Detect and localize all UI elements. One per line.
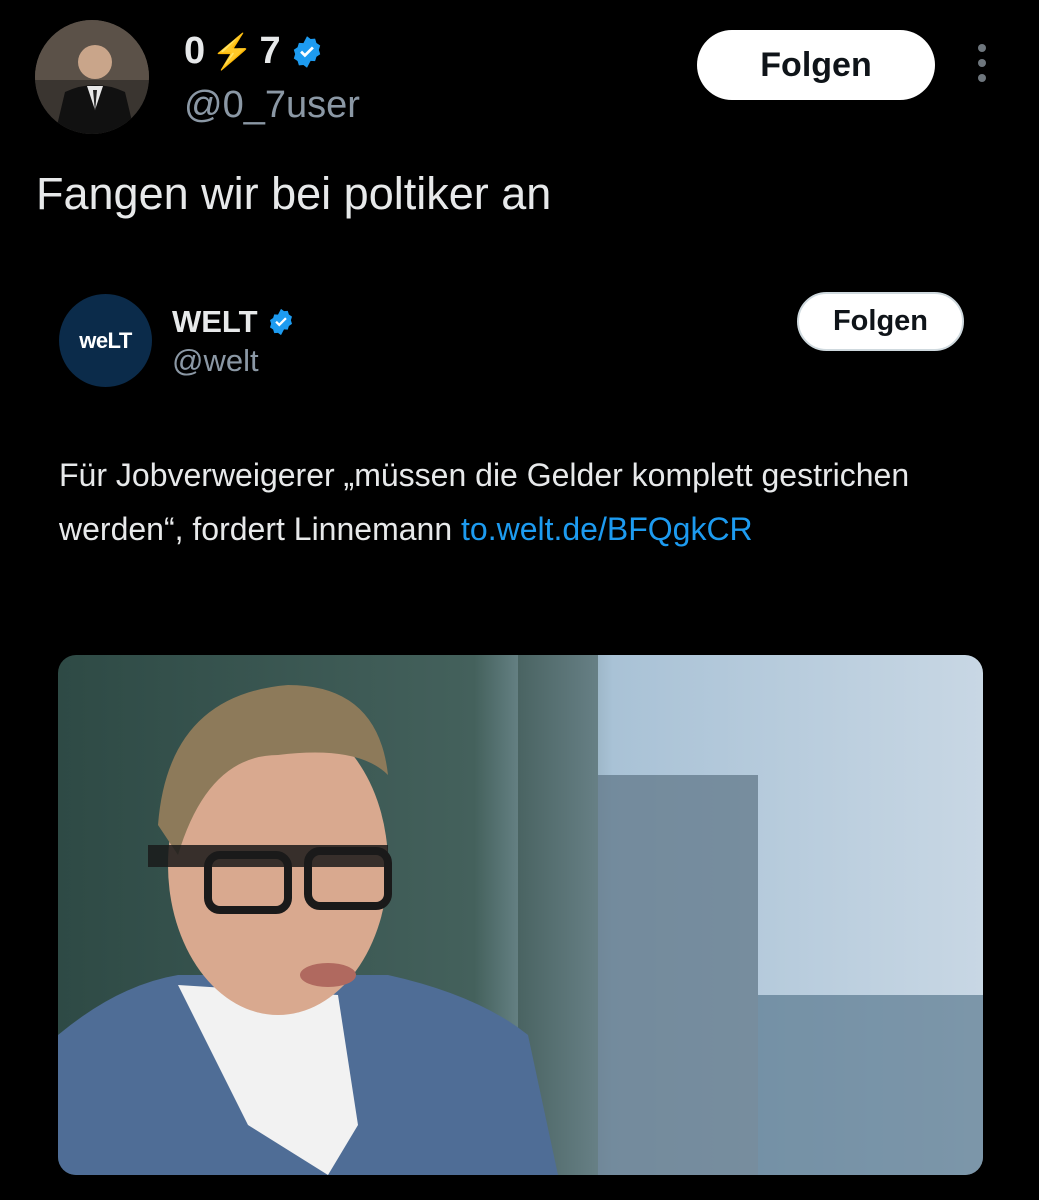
- verified-badge-icon: [269, 308, 292, 336]
- quoted-handle[interactable]: @welt: [172, 343, 259, 379]
- quoted-text: Für Jobverweigerer „müssen die Gelder ko…: [59, 448, 959, 556]
- display-name-part2: 7: [259, 30, 283, 72]
- verified-badge-icon: [293, 35, 320, 68]
- quoted-name: WELT: [172, 304, 258, 339]
- display-name-bolt: ⚡: [211, 32, 256, 71]
- post-text: Fangen wir bei poltiker an: [36, 168, 552, 219]
- more-vertical-icon[interactable]: [972, 44, 992, 88]
- avatar-image: [35, 20, 149, 134]
- quoted-display-name[interactable]: WELT: [172, 304, 296, 340]
- media-photo: [58, 655, 983, 1175]
- quoted-link[interactable]: to.welt.de/BFQgkCR: [461, 511, 753, 547]
- display-name[interactable]: 0 ⚡ 7: [184, 30, 325, 73]
- quoted-follow-button[interactable]: Folgen: [797, 292, 964, 351]
- quoted-media-image[interactable]: [58, 655, 983, 1175]
- follow-button[interactable]: Folgen: [697, 30, 935, 100]
- user-handle[interactable]: @0_7user: [184, 84, 360, 127]
- welt-avatar[interactable]: weLT: [59, 294, 152, 387]
- welt-logo-text: weLT: [79, 327, 132, 353]
- user-avatar[interactable]: [35, 20, 149, 134]
- display-name-part1: 0: [184, 30, 208, 72]
